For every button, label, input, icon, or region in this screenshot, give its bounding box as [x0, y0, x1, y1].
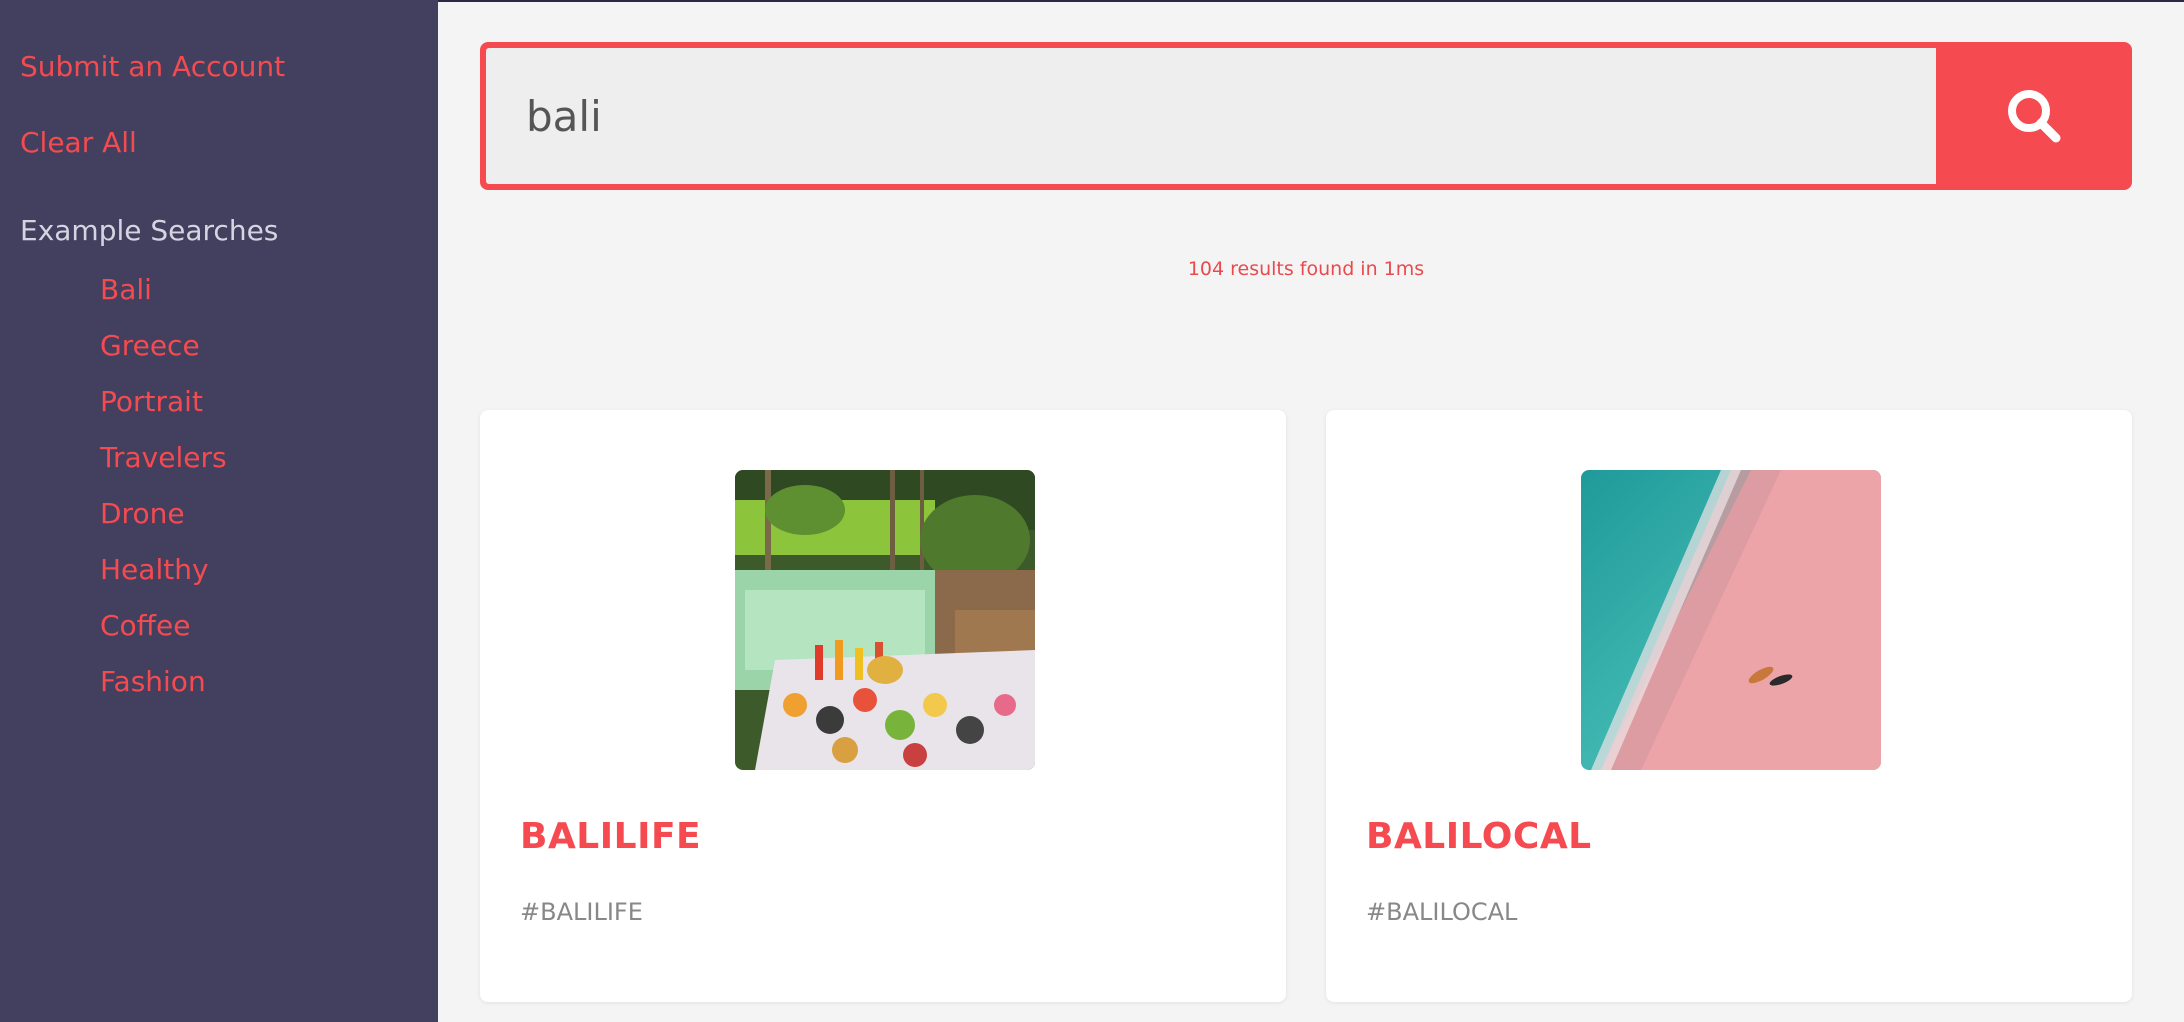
example-search-coffee[interactable]: Coffee: [100, 606, 227, 662]
sidebar: Submit an Account Clear All Example Sear…: [0, 0, 438, 1022]
result-card[interactable]: BALILOCAL #BALILOCAL: [1326, 410, 2132, 1002]
example-search-drone[interactable]: Drone: [100, 494, 227, 550]
account-thumbnail[interactable]: [735, 470, 1035, 770]
results-summary: 104 results found in 1ms: [1187, 258, 1425, 280]
example-search-travelers[interactable]: Travelers: [100, 438, 227, 494]
example-searches-heading: Example Searches: [20, 214, 279, 247]
example-search-healthy[interactable]: Healthy: [100, 550, 227, 606]
pool-breakfast-photo: [735, 470, 1035, 770]
search-button[interactable]: [1936, 42, 2132, 190]
account-name[interactable]: BALILOCAL: [1366, 816, 1592, 857]
example-search-portrait[interactable]: Portrait: [100, 382, 227, 438]
example-search-bali[interactable]: Bali: [100, 270, 227, 326]
account-name[interactable]: BALILIFE: [520, 816, 701, 857]
example-search-greece[interactable]: Greece: [100, 326, 227, 382]
account-thumbnail[interactable]: [1581, 470, 1881, 770]
search-icon: [2008, 90, 2061, 143]
account-hashtag: #BALILIFE: [520, 898, 643, 926]
account-hashtag: #BALILOCAL: [1366, 898, 1518, 926]
result-card[interactable]: BALILIFE #BALILIFE: [480, 410, 1286, 1002]
search-input[interactable]: [486, 48, 1936, 184]
search-bar: [480, 42, 2132, 190]
clear-all-link[interactable]: Clear All: [20, 126, 137, 159]
submit-account-link[interactable]: Submit an Account: [20, 50, 285, 83]
pink-beach-aerial-photo: [1581, 470, 1881, 770]
example-searches-list: Bali Greece Portrait Travelers Drone Hea…: [100, 270, 227, 718]
example-search-fashion[interactable]: Fashion: [100, 662, 227, 718]
